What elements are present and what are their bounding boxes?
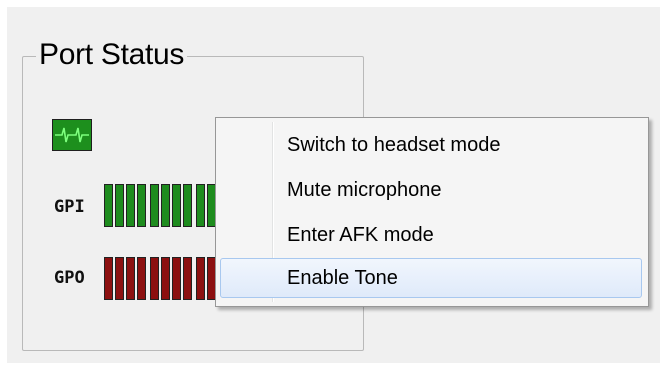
gpi-led	[115, 184, 124, 227]
menu-item-mute-microphone[interactable]: Mute microphone	[220, 170, 642, 210]
gpi-led	[196, 184, 205, 227]
gpo-led	[183, 257, 192, 300]
gpo-label: GPO	[54, 268, 85, 288]
gpi-led	[104, 184, 113, 227]
context-menu: Switch to headset mode Mute microphone E…	[215, 117, 649, 307]
gpi-label: GPI	[54, 197, 85, 217]
menu-item-enable-tone[interactable]: Enable Tone	[220, 258, 642, 298]
gpi-led	[172, 184, 181, 227]
gpi-led	[150, 184, 159, 227]
gpo-led	[150, 257, 159, 300]
gpi-led	[161, 184, 170, 227]
menu-item-switch-headset-mode[interactable]: Switch to headset mode	[220, 125, 642, 165]
gpi-led-group	[150, 184, 192, 227]
gpo-led	[104, 257, 113, 300]
gpo-led	[196, 257, 205, 300]
signal-wave-icon	[52, 119, 92, 151]
gpo-led	[126, 257, 135, 300]
gpo-led-group	[104, 257, 146, 300]
group-title: Port Status	[36, 37, 188, 73]
menu-item-enter-afk-mode[interactable]: Enter AFK mode	[220, 215, 642, 255]
gpi-led	[126, 184, 135, 227]
gpo-led-group	[150, 257, 192, 300]
gpo-led	[161, 257, 170, 300]
gpi-led-group	[104, 184, 146, 227]
gpo-led	[137, 257, 146, 300]
gpo-led	[172, 257, 181, 300]
gpi-led	[183, 184, 192, 227]
gpo-led	[115, 257, 124, 300]
gpi-led	[137, 184, 146, 227]
